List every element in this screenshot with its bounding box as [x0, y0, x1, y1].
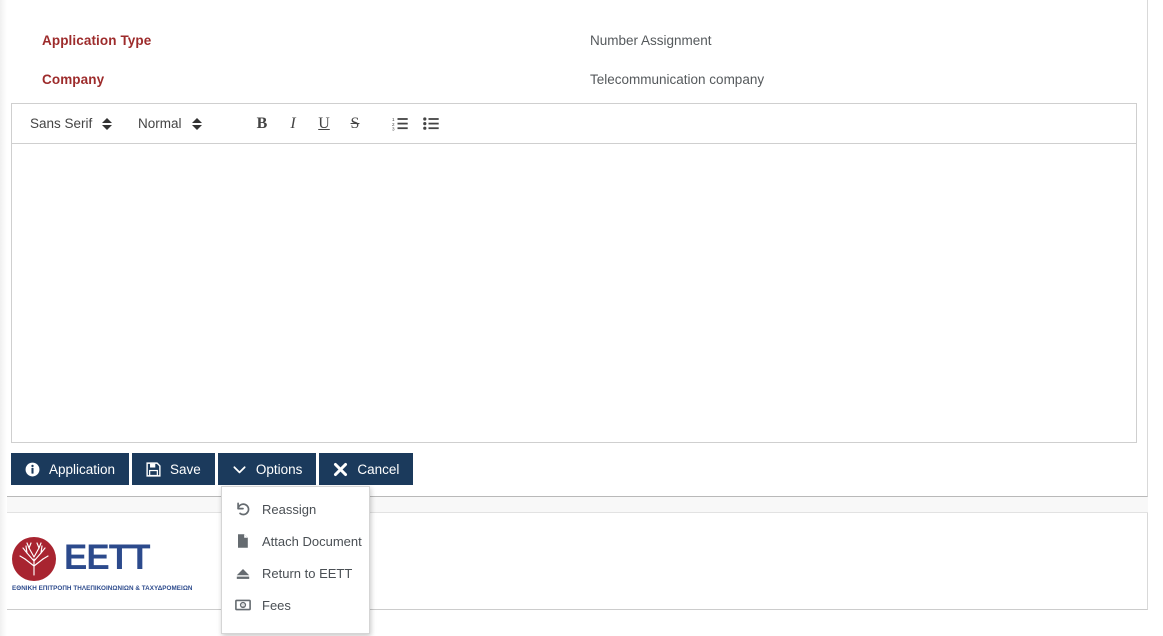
ordered-list-icon: 1 2 3: [392, 117, 408, 131]
menu-item-reassign-label: Reassign: [262, 501, 317, 517]
save-button-label: Save: [170, 461, 201, 477]
logo-circle-mark: [12, 537, 56, 581]
editor-content-area[interactable]: [12, 144, 1136, 441]
cancel-button[interactable]: Cancel: [319, 453, 414, 485]
eett-logo-subtitle: ΕΘΝΙΚΗ ΕΠΙΤΡΟΠΗ ΤΗΛΕΠΙΚΟΙΝΩΝΙΩΝ & ΤΑΧΥΔΡ…: [12, 585, 193, 592]
menu-item-return-to-eett[interactable]: Return to EETT: [222, 557, 369, 589]
chevron-down-icon: [232, 462, 247, 477]
double-chevron-icon: [191, 117, 202, 131]
detail-row-application-type: Application Type Number Assignment: [0, 21, 1140, 60]
bullet-list-icon: [423, 117, 439, 130]
application-button-label: Application: [49, 461, 116, 477]
close-x-icon: [333, 462, 348, 477]
floppy-disk-icon: [146, 461, 161, 477]
action-button-bar: Application Save Options Cancel: [11, 453, 414, 485]
options-button-label: Options: [255, 461, 303, 477]
bullet-list-button[interactable]: [417, 111, 445, 137]
page-root: Application Type Number Assignment Compa…: [0, 0, 1163, 636]
application-type-label: Application Type: [42, 33, 152, 48]
svg-text:3: 3: [392, 127, 395, 131]
menu-item-return-to-eett-label: Return to EETT: [262, 565, 353, 581]
section-separator-band: [0, 497, 1148, 513]
main-content-card: Application Type Number Assignment Compa…: [0, 0, 1148, 497]
font-family-select[interactable]: Sans Serif: [20, 111, 126, 137]
italic-button[interactable]: I: [279, 111, 307, 137]
strikethrough-button[interactable]: S: [341, 111, 369, 137]
tree-icon: [19, 542, 49, 576]
menu-item-attach-document-label: Attach Document: [262, 533, 362, 549]
eject-icon: [234, 565, 251, 582]
bold-button[interactable]: B: [248, 111, 276, 137]
options-dropdown-menu: Reassign Attach Document Return to EETT: [221, 486, 370, 634]
application-button[interactable]: Application: [11, 453, 130, 485]
company-label: Company: [42, 72, 105, 87]
menu-item-fees[interactable]: 1 Fees: [222, 589, 369, 621]
ordered-list-button[interactable]: 1 2 3: [386, 111, 414, 137]
rich-text-editor: Sans Serif Normal B I U S 1 2 3: [11, 103, 1137, 443]
page-right-gutter: [1149, 0, 1163, 636]
info-circle-icon: [25, 462, 40, 477]
double-chevron-icon: [102, 117, 113, 131]
font-family-value: Sans Serif: [30, 116, 93, 131]
detail-row-company: Company Telecommunication company: [0, 60, 1140, 99]
company-value: Telecommunication company: [590, 72, 765, 87]
menu-item-reassign[interactable]: Reassign: [222, 493, 369, 525]
money-bill-icon: 1: [234, 597, 251, 614]
menu-item-fees-label: Fees: [262, 597, 291, 613]
file-icon: [234, 533, 251, 550]
svg-text:1: 1: [242, 604, 244, 608]
undo-arrow-icon: [234, 501, 251, 518]
menu-item-attach-document[interactable]: Attach Document: [222, 525, 369, 557]
editor-toolbar: Sans Serif Normal B I U S 1 2 3: [12, 104, 1136, 144]
cancel-button-label: Cancel: [357, 461, 400, 477]
save-button[interactable]: Save: [132, 453, 215, 485]
font-size-select[interactable]: Normal: [128, 111, 232, 137]
footer-card: EETT ΕΘΝΙΚΗ ΕΠΙΤΡΟΠΗ ΤΗΛΕΠΙΚΟΙΝΩΝΙΩΝ & Τ…: [0, 513, 1148, 610]
application-type-value: Number Assignment: [590, 33, 712, 48]
underline-button[interactable]: U: [310, 111, 338, 137]
eett-logo-text: EETT: [64, 538, 150, 577]
options-button[interactable]: Options: [217, 453, 317, 485]
font-size-value: Normal: [138, 116, 182, 131]
eett-logo: EETT ΕΘΝΙΚΗ ΕΠΙΤΡΟΠΗ ΤΗΛΕΠΙΚΟΙΝΩΝΙΩΝ & Τ…: [8, 535, 192, 597]
